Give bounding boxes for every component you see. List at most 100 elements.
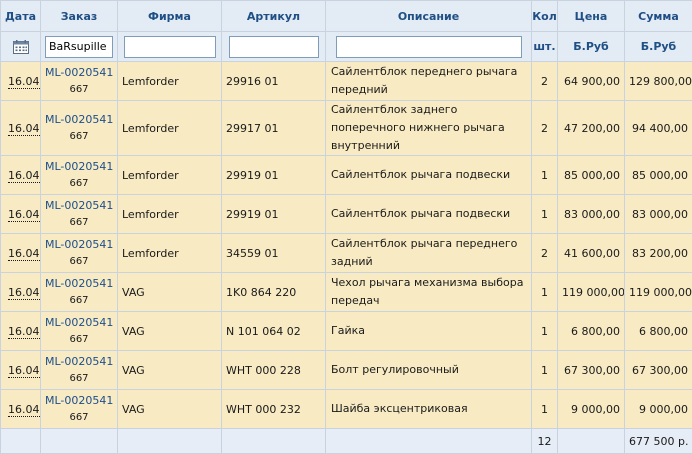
total-sum: 677 500 р. <box>625 429 692 454</box>
order-number-link[interactable]: ML-0020541 <box>45 64 113 81</box>
sum-unit: Б.Руб <box>625 32 692 62</box>
date-link[interactable]: 16.04 <box>8 403 40 417</box>
article-filter-cell <box>222 32 326 62</box>
quantity-cell: 1 <box>532 273 558 312</box>
header-date[interactable]: Дата <box>1 1 41 32</box>
order-cell: ML-0020541 667 <box>41 273 118 312</box>
sum-cell: 85 000,00 <box>625 156 692 195</box>
order-number-link[interactable]: ML-0020541 <box>45 314 113 331</box>
date-link[interactable]: 16.04 <box>8 122 40 136</box>
table-row[interactable]: 16.04 ML-0020541 667 Lemforder 34559 01 … <box>1 234 692 273</box>
order-sub-number: 667 <box>45 175 113 192</box>
quantity-cell: 2 <box>532 62 558 101</box>
firm-cell: VAG <box>118 351 222 390</box>
quantity-cell: 1 <box>532 351 558 390</box>
date-filter-cell <box>1 32 41 62</box>
date-cell: 16.04 <box>1 101 41 156</box>
article-cell: WHT 000 228 <box>222 351 326 390</box>
order-number-link[interactable]: ML-0020541 <box>45 392 113 409</box>
description-cell: Сайлентблок рычага подвески <box>326 156 532 195</box>
sum-cell: 83 200,00 <box>625 234 692 273</box>
order-sub-number: 667 <box>45 292 113 309</box>
price-cell: 85 000,00 <box>558 156 625 195</box>
order-sub-number: 667 <box>45 81 113 98</box>
price-cell: 41 600,00 <box>558 234 625 273</box>
article-cell: WHT 000 232 <box>222 390 326 429</box>
sum-cell: 129 800,00 <box>625 62 692 101</box>
order-number-link[interactable]: ML-0020541 <box>45 236 113 253</box>
header-article[interactable]: Артикул <box>222 1 326 32</box>
header-sum[interactable]: Сумма <box>625 1 692 32</box>
table-row[interactable]: 16.04 ML-0020541 667 VAG WHT 000 232 Шай… <box>1 390 692 429</box>
article-cell: 34559 01 <box>222 234 326 273</box>
date-link[interactable]: 16.04 <box>8 208 40 222</box>
table-row[interactable]: 16.04 ML-0020541 667 Lemforder 29916 01 … <box>1 62 692 101</box>
header-row: Дата Заказ Фирма Артикул Описание Кол Це… <box>1 1 692 32</box>
order-number-link[interactable]: ML-0020541 <box>45 197 113 214</box>
sum-cell: 94 400,00 <box>625 101 692 156</box>
description-filter-cell <box>326 32 532 62</box>
header-description[interactable]: Описание <box>326 1 532 32</box>
table-row[interactable]: 16.04 ML-0020541 667 Lemforder 29917 01 … <box>1 101 692 156</box>
table-row[interactable]: 16.04 ML-0020541 667 Lemforder 29919 01 … <box>1 156 692 195</box>
order-sub-number: 667 <box>45 253 113 270</box>
sum-cell: 67 300,00 <box>625 351 692 390</box>
price-unit: Б.Руб <box>558 32 625 62</box>
order-sub-number: 667 <box>45 214 113 231</box>
date-link[interactable]: 16.04 <box>8 247 40 261</box>
order-filter-cell <box>41 32 118 62</box>
article-cell: 1K0 864 220 <box>222 273 326 312</box>
article-cell: 29916 01 <box>222 62 326 101</box>
description-cell: Сайлентблок заднего поперечного нижнего … <box>326 101 532 156</box>
date-cell: 16.04 <box>1 273 41 312</box>
date-link[interactable]: 16.04 <box>8 325 40 339</box>
date-cell: 16.04 <box>1 351 41 390</box>
header-firm[interactable]: Фирма <box>118 1 222 32</box>
order-sub-number: 667 <box>45 331 113 348</box>
order-cell: ML-0020541 667 <box>41 234 118 273</box>
calendar-icon[interactable] <box>13 40 29 54</box>
firm-cell: Lemforder <box>118 101 222 156</box>
date-cell: 16.04 <box>1 195 41 234</box>
header-quantity[interactable]: Кол <box>532 1 558 32</box>
date-link[interactable]: 16.04 <box>8 364 40 378</box>
description-cell: Сайлентблок рычага переднего задний <box>326 234 532 273</box>
order-filter-input[interactable] <box>45 36 113 58</box>
quantity-cell: 1 <box>532 195 558 234</box>
filter-row: шт. Б.Руб Б.Руб <box>1 32 692 62</box>
date-link[interactable]: 16.04 <box>8 286 40 300</box>
description-filter-input[interactable] <box>336 36 522 58</box>
quantity-unit: шт. <box>532 32 558 62</box>
sum-cell: 119 000,00 <box>625 273 692 312</box>
firm-cell: VAG <box>118 273 222 312</box>
order-cell: ML-0020541 667 <box>41 101 118 156</box>
table-row[interactable]: 16.04 ML-0020541 667 VAG N 101 064 02 Га… <box>1 312 692 351</box>
article-filter-input[interactable] <box>229 36 319 58</box>
date-link[interactable]: 16.04 <box>8 169 40 183</box>
quantity-cell: 1 <box>532 156 558 195</box>
table-row[interactable]: 16.04 ML-0020541 667 VAG 1K0 864 220 Чех… <box>1 273 692 312</box>
article-cell: N 101 064 02 <box>222 312 326 351</box>
order-number-link[interactable]: ML-0020541 <box>45 275 113 292</box>
table-row[interactable]: 16.04 ML-0020541 667 VAG WHT 000 228 Бол… <box>1 351 692 390</box>
header-order[interactable]: Заказ <box>41 1 118 32</box>
price-cell: 9 000,00 <box>558 390 625 429</box>
article-cell: 29917 01 <box>222 101 326 156</box>
sum-cell: 6 800,00 <box>625 312 692 351</box>
firm-cell: Lemforder <box>118 156 222 195</box>
order-number-link[interactable]: ML-0020541 <box>45 353 113 370</box>
date-cell: 16.04 <box>1 390 41 429</box>
orders-table: Дата Заказ Фирма Артикул Описание Кол Це… <box>0 0 692 454</box>
description-cell: Гайка <box>326 312 532 351</box>
price-cell: 6 800,00 <box>558 312 625 351</box>
order-number-link[interactable]: ML-0020541 <box>45 158 113 175</box>
price-cell: 83 000,00 <box>558 195 625 234</box>
sum-cell: 9 000,00 <box>625 390 692 429</box>
header-price[interactable]: Цена <box>558 1 625 32</box>
order-number-link[interactable]: ML-0020541 <box>45 111 113 128</box>
firm-filter-input[interactable] <box>124 36 216 58</box>
table-row[interactable]: 16.04 ML-0020541 667 Lemforder 29919 01 … <box>1 195 692 234</box>
article-cell: 29919 01 <box>222 195 326 234</box>
date-link[interactable]: 16.04 <box>8 75 40 89</box>
order-cell: ML-0020541 667 <box>41 62 118 101</box>
